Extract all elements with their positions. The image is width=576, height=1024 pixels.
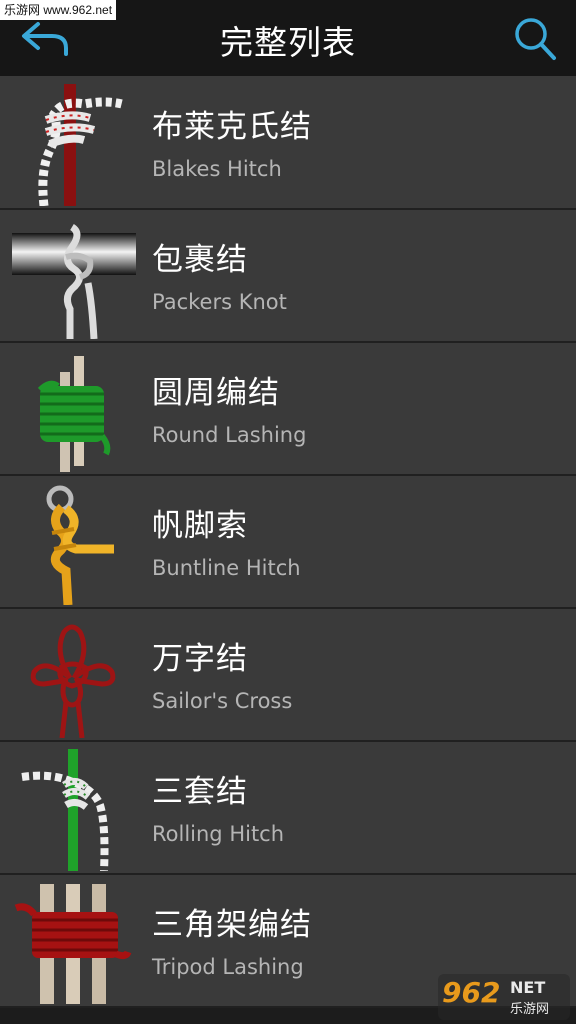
list-item[interactable]: 布莱克氏结 Blakes Hitch (0, 77, 576, 210)
list-item[interactable]: 圆周编结 Round Lashing (0, 343, 576, 476)
buntline-hitch-image (46, 485, 114, 605)
knot-name-en: Packers Knot (152, 290, 287, 314)
knot-name-cn: 万字结 (152, 641, 248, 677)
knot-list: 布莱克氏结 Blakes Hitch 包裹结 Packers Knot 圆周编结… (0, 77, 576, 1008)
round-lashing-image (37, 356, 111, 472)
knot-name-en: Sailor's Cross (152, 689, 293, 713)
watermark-logo-net: NET (510, 978, 546, 997)
list-item[interactable]: 包裹结 Packers Knot (0, 210, 576, 343)
search-icon[interactable] (512, 14, 558, 62)
knot-name-cn: 三角架编结 (152, 907, 312, 943)
knot-name-en: Tripod Lashing (152, 955, 304, 979)
knot-name-cn: 三套结 (152, 774, 248, 810)
watermark-logo-number: 962 (442, 976, 501, 1009)
list-item[interactable]: 万字结 Sailor's Cross (0, 609, 576, 742)
knot-name-en: Round Lashing (152, 423, 307, 447)
knot-name-en: Buntline Hitch (152, 556, 301, 580)
top-bar: 乐游网 www.962.net 完整列表 (0, 0, 576, 77)
rolling-hitch-image (21, 749, 109, 871)
packers-knot-image (12, 224, 136, 339)
tripod-lashing-image (14, 884, 132, 1004)
knot-name-cn: 布莱克氏结 (152, 109, 312, 145)
knot-name-cn: 帆脚索 (152, 508, 248, 544)
knot-name-cn: 圆周编结 (152, 375, 280, 411)
sailors-cross-image (30, 624, 116, 738)
list-item[interactable]: 三套结 Rolling Hitch (0, 742, 576, 875)
list-item[interactable]: 帆脚索 Buntline Hitch (0, 476, 576, 609)
knot-name-en: Blakes Hitch (152, 157, 282, 181)
page-title: 完整列表 (220, 23, 356, 62)
knot-name-cn: 包裹结 (152, 242, 248, 278)
knot-name-en: Rolling Hitch (152, 822, 285, 846)
watermark-logo-sub: 乐游网 (510, 1002, 550, 1017)
blakes-hitch-knot-image (38, 84, 124, 206)
watermark-logo: 962 NET 乐游网 (438, 974, 570, 1020)
